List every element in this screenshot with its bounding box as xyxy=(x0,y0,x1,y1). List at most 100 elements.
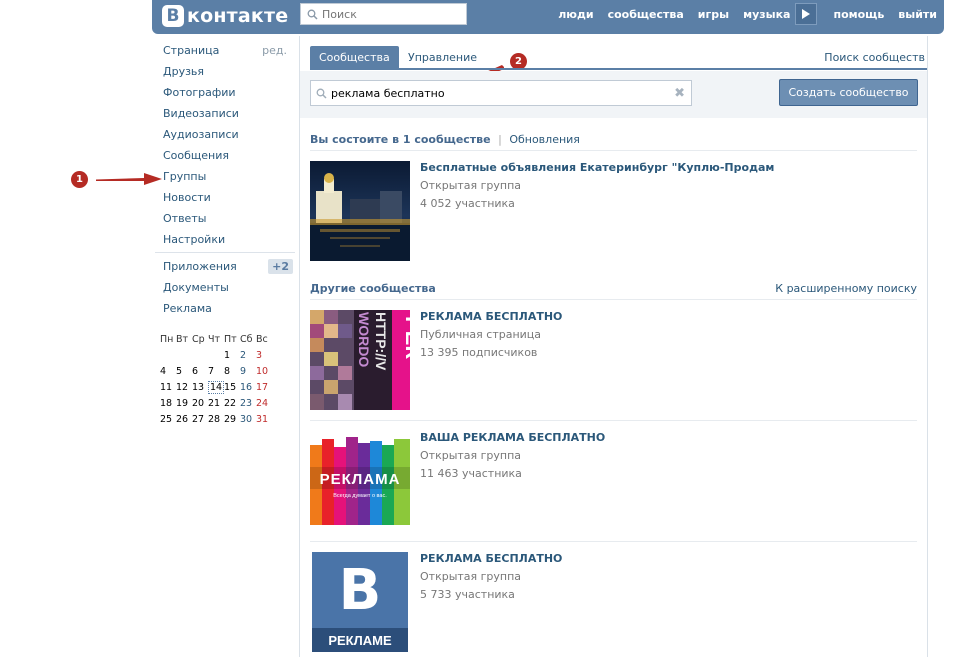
header-search[interactable] xyxy=(300,3,467,25)
community-search-field[interactable]: реклама бесплатно ✖ xyxy=(310,80,692,106)
menu-item-messages[interactable]: Сообщения xyxy=(155,145,295,166)
nav-games[interactable]: игры xyxy=(698,8,729,21)
calendar-day[interactable]: 23 xyxy=(240,396,256,412)
calendar-day[interactable]: 10 xyxy=(256,364,272,380)
search-icon xyxy=(316,88,327,99)
calendar-day[interactable]: 31 xyxy=(256,412,272,428)
menu-item-answers[interactable]: Ответы xyxy=(155,208,295,229)
top-header: В контакте люди сообщества игры музыка п… xyxy=(152,0,944,34)
divider: | xyxy=(498,133,502,146)
group-type: Открытая группа xyxy=(420,570,522,583)
calendar-day[interactable]: 16 xyxy=(240,380,256,396)
nav-help[interactable]: помощь xyxy=(833,8,884,21)
calendar-day[interactable]: 2 xyxy=(240,348,256,364)
edit-link[interactable]: ред. xyxy=(262,40,287,61)
divider xyxy=(310,541,917,542)
calendar-day[interactable]: 3 xyxy=(256,348,272,364)
group-type: Открытая группа xyxy=(420,179,522,192)
weekday: Вт xyxy=(176,334,189,345)
calendar-weekdays: Пн Вт Ср Чт Пт Сб Вс xyxy=(160,332,272,348)
menu-item-label: Приложения xyxy=(163,260,237,273)
nav-communities[interactable]: сообщества xyxy=(608,8,684,21)
calendar-day[interactable]: 12 xyxy=(176,380,192,396)
menu-item-videos[interactable]: Видеозаписи xyxy=(155,103,295,124)
calendar: Пн Вт Ср Чт Пт Сб Вс 1 2 3 4 5 6 7 8 9 1… xyxy=(160,332,272,428)
calendar-day[interactable]: 5 xyxy=(176,364,192,380)
advanced-search-link[interactable]: К расширенному поиску xyxy=(775,279,917,299)
calendar-day[interactable]: 11 xyxy=(160,380,176,396)
calendar-day[interactable]: 27 xyxy=(192,412,208,428)
create-community-button[interactable]: Создать сообщество xyxy=(779,79,918,106)
nav-music[interactable]: музыка xyxy=(743,8,790,21)
group-avatar[interactable] xyxy=(310,161,410,261)
search-input[interactable]: реклама бесплатно xyxy=(331,87,445,100)
menu-item-ads[interactable]: Реклама xyxy=(155,298,295,319)
menu-item-friends[interactable]: Друзья xyxy=(155,61,295,82)
vk-logo[interactable]: В контакте xyxy=(162,4,288,28)
calendar-day[interactable]: 6 xyxy=(192,364,208,380)
tab-manage[interactable]: Управление xyxy=(408,46,477,70)
calendar-day[interactable]: 8 xyxy=(224,364,240,380)
group-avatar[interactable]: В РЕКЛАМЕ xyxy=(310,552,410,652)
calendar-day-today[interactable]: 14 xyxy=(207,381,225,394)
calendar-day[interactable]: 30 xyxy=(240,412,256,428)
updates-link[interactable]: Обновления xyxy=(509,133,580,146)
group-avatar[interactable]: РЕК HTTP://V WORDO xyxy=(310,310,410,410)
group-name[interactable]: ВАША РЕКЛАМА БЕСПЛАТНО xyxy=(420,431,605,444)
calendar-day[interactable]: 15 xyxy=(224,380,240,396)
group-name[interactable]: Бесплатные объявления Екатеринбург "Купл… xyxy=(420,161,774,174)
header-search-input[interactable] xyxy=(322,7,462,21)
calendar-day[interactable]: 21 xyxy=(208,396,224,412)
menu-divider xyxy=(155,252,295,253)
calendar-day[interactable]: 4 xyxy=(160,364,176,380)
group-name[interactable]: РЕКЛАМА БЕСПЛАТНО xyxy=(420,310,562,323)
menu-item-audio[interactable]: Аудиозаписи xyxy=(155,124,295,145)
other-section-header: Другие сообщества К расширенному поиску xyxy=(310,279,917,299)
menu-item-photos[interactable]: Фотографии xyxy=(155,82,295,103)
calendar-day[interactable]: 24 xyxy=(256,396,272,412)
calendar-day[interactable]: 29 xyxy=(224,412,240,428)
calendar-day[interactable]: 18 xyxy=(160,396,176,412)
search-communities-link[interactable]: Поиск сообществ xyxy=(824,46,925,70)
divider xyxy=(310,420,917,421)
menu-item-apps[interactable]: Приложения +2 xyxy=(155,256,295,277)
group-type: Публичная страница xyxy=(420,328,542,341)
calendar-day[interactable]: 9 xyxy=(240,364,256,380)
calendar-day[interactable]: 26 xyxy=(176,412,192,428)
group-name[interactable]: РЕКЛАМА БЕСПЛАТНО xyxy=(420,552,562,565)
play-icon[interactable] xyxy=(795,3,818,25)
group-avatar[interactable]: РЕКЛАМА Всегда думает о вас. xyxy=(310,431,410,531)
menu-item-news[interactable]: Новости xyxy=(155,187,295,208)
calendar-day[interactable]: 1 xyxy=(224,348,240,364)
nav-logout[interactable]: выйти xyxy=(898,8,937,21)
calendar-day[interactable]: 17 xyxy=(256,380,272,396)
tab-communities[interactable]: Сообщества xyxy=(310,46,399,70)
nav-people[interactable]: люди xyxy=(558,8,593,21)
clear-icon[interactable]: ✖ xyxy=(674,86,685,101)
menu-item-settings[interactable]: Настройки xyxy=(155,229,295,250)
list-item[interactable]: РЕКЛАМА Всегда думает о вас. ВАША РЕКЛАМ… xyxy=(310,431,917,531)
calendar-day[interactable]: 13 xyxy=(192,380,208,396)
list-item[interactable]: В РЕКЛАМЕ РЕКЛАМА БЕСПЛАТНО Открытая гру… xyxy=(310,552,917,652)
calendar-day[interactable] xyxy=(176,348,192,364)
thumb-text: Всегда думает о вас. xyxy=(333,493,387,499)
calendar-day[interactable] xyxy=(160,348,176,364)
list-item[interactable]: РЕК HTTP://V WORDO РЕКЛАМА БЕСПЛАТНО Пуб… xyxy=(310,310,917,410)
calendar-day[interactable]: 19 xyxy=(176,396,192,412)
calendar-day[interactable] xyxy=(208,348,224,364)
calendar-day[interactable]: 22 xyxy=(224,396,240,412)
arrow-icon xyxy=(96,173,162,185)
calendar-day[interactable]: 20 xyxy=(192,396,208,412)
list-item[interactable]: Бесплатные объявления Екатеринбург "Купл… xyxy=(310,161,917,261)
calendar-day[interactable]: 25 xyxy=(160,412,176,428)
menu-item-groups[interactable]: Группы xyxy=(155,166,295,187)
menu-item-documents[interactable]: Документы xyxy=(155,277,295,298)
menu-item-label: Страница xyxy=(163,44,220,57)
thumb-text: WORDO xyxy=(356,312,372,367)
calendar-day[interactable]: 7 xyxy=(208,364,224,380)
calendar-day[interactable]: 28 xyxy=(208,412,224,428)
weekday: Сб xyxy=(240,334,253,345)
menu-item-page[interactable]: Страница ред. xyxy=(155,40,295,61)
calendar-day[interactable] xyxy=(192,348,208,364)
group-type: Открытая группа xyxy=(420,449,522,462)
